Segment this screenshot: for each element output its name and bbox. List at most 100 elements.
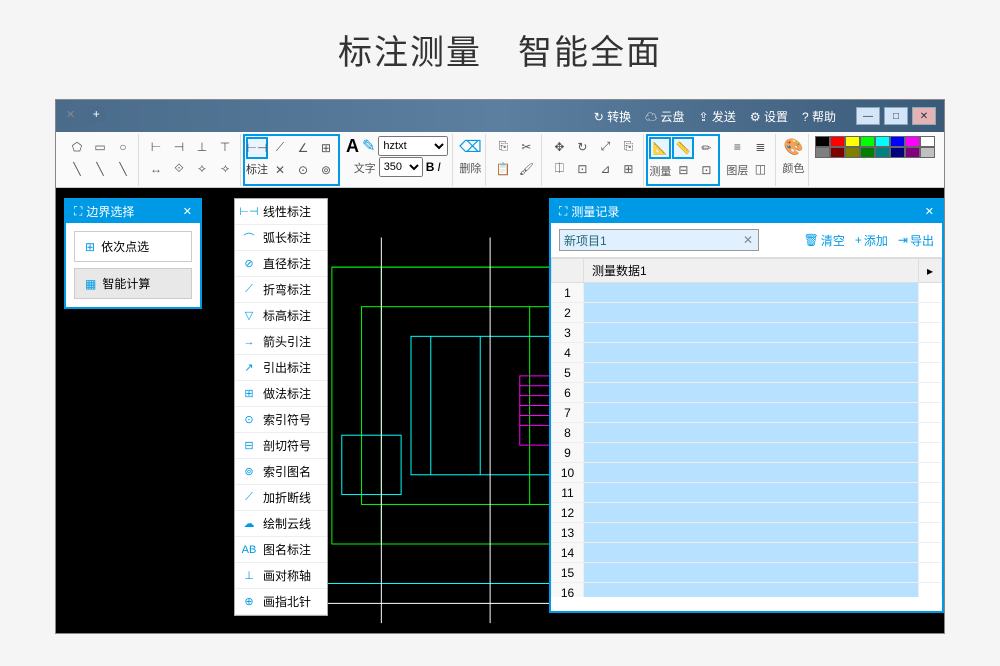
- menu-send[interactable]: ⇪ 发送: [698, 108, 735, 125]
- annotate-label[interactable]: 标注: [246, 161, 268, 181]
- tool-layer3-icon[interactable]: ◫: [749, 158, 771, 180]
- color-swatch[interactable]: [890, 136, 905, 147]
- panel-left-close-icon[interactable]: ✕: [183, 205, 192, 218]
- table-row[interactable]: 2: [552, 303, 942, 323]
- tool-scale-icon[interactable]: ⤢: [594, 136, 616, 158]
- tool-annotate4-icon[interactable]: ⊞: [315, 137, 337, 159]
- dropdown-item-10[interactable]: ⊚索引图名: [235, 459, 327, 485]
- tool-copy-icon[interactable]: ⎘: [492, 136, 514, 158]
- tool-annotate5-icon[interactable]: ✕: [269, 159, 291, 181]
- tool-dim2-icon[interactable]: ⊣: [168, 136, 190, 158]
- tool-array-icon[interactable]: ⊡: [571, 158, 593, 180]
- table-row[interactable]: 5: [552, 363, 942, 383]
- menu-cloud[interactable]: ☁ 云盘: [645, 108, 684, 125]
- menu-convert[interactable]: ↻ 转换: [594, 108, 631, 125]
- table-row[interactable]: 3: [552, 323, 942, 343]
- dropdown-item-4[interactable]: ▽标高标注: [235, 303, 327, 329]
- tool-annotate3-icon[interactable]: ∠: [292, 137, 314, 159]
- text-icon[interactable]: A: [346, 136, 359, 157]
- tool-dim4-icon[interactable]: ⊤: [214, 136, 236, 158]
- panel-right-close-icon[interactable]: ✕: [925, 205, 934, 218]
- tool-line3-icon[interactable]: ╲: [112, 158, 134, 180]
- table-row[interactable]: 14: [552, 543, 942, 563]
- tool-rotate-icon[interactable]: ↻: [571, 136, 593, 158]
- dropdown-item-14[interactable]: ⊥画对称轴: [235, 563, 327, 589]
- dropdown-item-0[interactable]: ⊢⊣线性标注: [235, 199, 327, 225]
- tool-paste-icon[interactable]: 📋: [492, 158, 514, 180]
- dropdown-item-7[interactable]: ⊞做法标注: [235, 381, 327, 407]
- table-row[interactable]: 12: [552, 503, 942, 523]
- table-row[interactable]: 13: [552, 523, 942, 543]
- tool-move-icon[interactable]: ✥: [548, 136, 570, 158]
- pick-sequential-button[interactable]: ⊞依次点选: [74, 231, 192, 262]
- color-swatch[interactable]: [845, 147, 860, 158]
- table-row[interactable]: 7: [552, 403, 942, 423]
- tool-rect-icon[interactable]: ▭: [89, 136, 111, 158]
- table-row[interactable]: 1: [552, 283, 942, 303]
- color-swatch[interactable]: [860, 136, 875, 147]
- color-swatch[interactable]: [905, 147, 920, 158]
- tool-cut-icon[interactable]: ✂: [515, 136, 537, 158]
- tool-measure4-icon[interactable]: ⊟: [672, 159, 694, 181]
- dropdown-item-12[interactable]: ☁绘制云线: [235, 511, 327, 537]
- tool-annotate6-icon[interactable]: ⊙: [292, 159, 314, 181]
- color-swatch[interactable]: [815, 147, 830, 158]
- dropdown-item-15[interactable]: ⊕画指北针: [235, 589, 327, 615]
- tool-layer1-icon[interactable]: ≡: [726, 136, 748, 158]
- dropdown-item-1[interactable]: ⌒弧长标注: [235, 225, 327, 251]
- column-header[interactable]: 测量数据1: [584, 259, 919, 283]
- new-tab-button[interactable]: +: [87, 106, 105, 122]
- color-swatch[interactable]: [905, 136, 920, 147]
- tool-dim1-icon[interactable]: ⊢: [145, 136, 167, 158]
- font-size-select[interactable]: 350: [379, 157, 423, 177]
- window-maximize-button[interactable]: □: [884, 107, 908, 125]
- tab-close-icon[interactable]: ✕: [66, 108, 75, 121]
- table-row[interactable]: 4: [552, 343, 942, 363]
- dropdown-item-3[interactable]: ⟋折弯标注: [235, 277, 327, 303]
- smart-calc-button[interactable]: ▦智能计算: [74, 268, 192, 299]
- tool-line1-icon[interactable]: ╲: [66, 158, 88, 180]
- dropdown-item-6[interactable]: ↗引出标注: [235, 355, 327, 381]
- tool-offset-icon[interactable]: ⎘: [617, 136, 639, 158]
- dropdown-item-13[interactable]: AB图名标注: [235, 537, 327, 563]
- color-swatch[interactable]: [920, 147, 935, 158]
- tool-dim3-icon[interactable]: ⊥: [191, 136, 213, 158]
- tool-measure3-icon[interactable]: ✏: [695, 137, 717, 159]
- tool-measure1-icon[interactable]: 📐: [649, 137, 671, 159]
- table-row[interactable]: 6: [552, 383, 942, 403]
- color-swatch[interactable]: [860, 147, 875, 158]
- table-row[interactable]: 15: [552, 563, 942, 583]
- menu-settings[interactable]: ⚙ 设置: [750, 108, 788, 125]
- tool-dim8-icon[interactable]: ⟢: [214, 158, 236, 180]
- tool-layer2-icon[interactable]: ≣: [749, 136, 771, 158]
- dropdown-item-5[interactable]: →箭头引注: [235, 329, 327, 355]
- window-close-button[interactable]: ✕: [912, 107, 936, 125]
- tool-dim6-icon[interactable]: ⟐: [168, 158, 190, 180]
- tool-measure2-icon[interactable]: 📏: [672, 137, 694, 159]
- color-swatch[interactable]: [845, 136, 860, 147]
- table-row[interactable]: 9: [552, 443, 942, 463]
- tool-brush-icon[interactable]: 🖌: [515, 158, 537, 180]
- eraser-icon[interactable]: ⌫: [459, 136, 481, 158]
- tool-circle-icon[interactable]: ○: [112, 136, 134, 158]
- clear-input-icon[interactable]: ✕: [743, 233, 753, 247]
- font-select[interactable]: hztxt: [378, 136, 448, 156]
- tool-grid-icon[interactable]: ⊞: [617, 158, 639, 180]
- tool-mirror-icon[interactable]: ⎅: [548, 158, 570, 180]
- table-row[interactable]: 8: [552, 423, 942, 443]
- tool-annotate1-icon[interactable]: ⊢⊣: [246, 137, 268, 159]
- color-swatch[interactable]: [830, 136, 845, 147]
- window-minimize-button[interactable]: —: [856, 107, 880, 125]
- dropdown-item-2[interactable]: ⊘直径标注: [235, 251, 327, 277]
- tool-line2-icon[interactable]: ╲: [89, 158, 111, 180]
- table-row[interactable]: 10: [552, 463, 942, 483]
- table-row[interactable]: 11: [552, 483, 942, 503]
- tool-poly-icon[interactable]: ⬠: [66, 136, 88, 158]
- italic-button[interactable]: I: [437, 160, 440, 174]
- color-swatch[interactable]: [815, 136, 830, 147]
- pencil-icon[interactable]: ✎: [362, 136, 375, 156]
- project-name-input[interactable]: [559, 229, 759, 251]
- table-row[interactable]: 16: [552, 583, 942, 598]
- tool-dim7-icon[interactable]: ⟡: [191, 158, 213, 180]
- export-button[interactable]: ⇥ 导出: [898, 232, 934, 249]
